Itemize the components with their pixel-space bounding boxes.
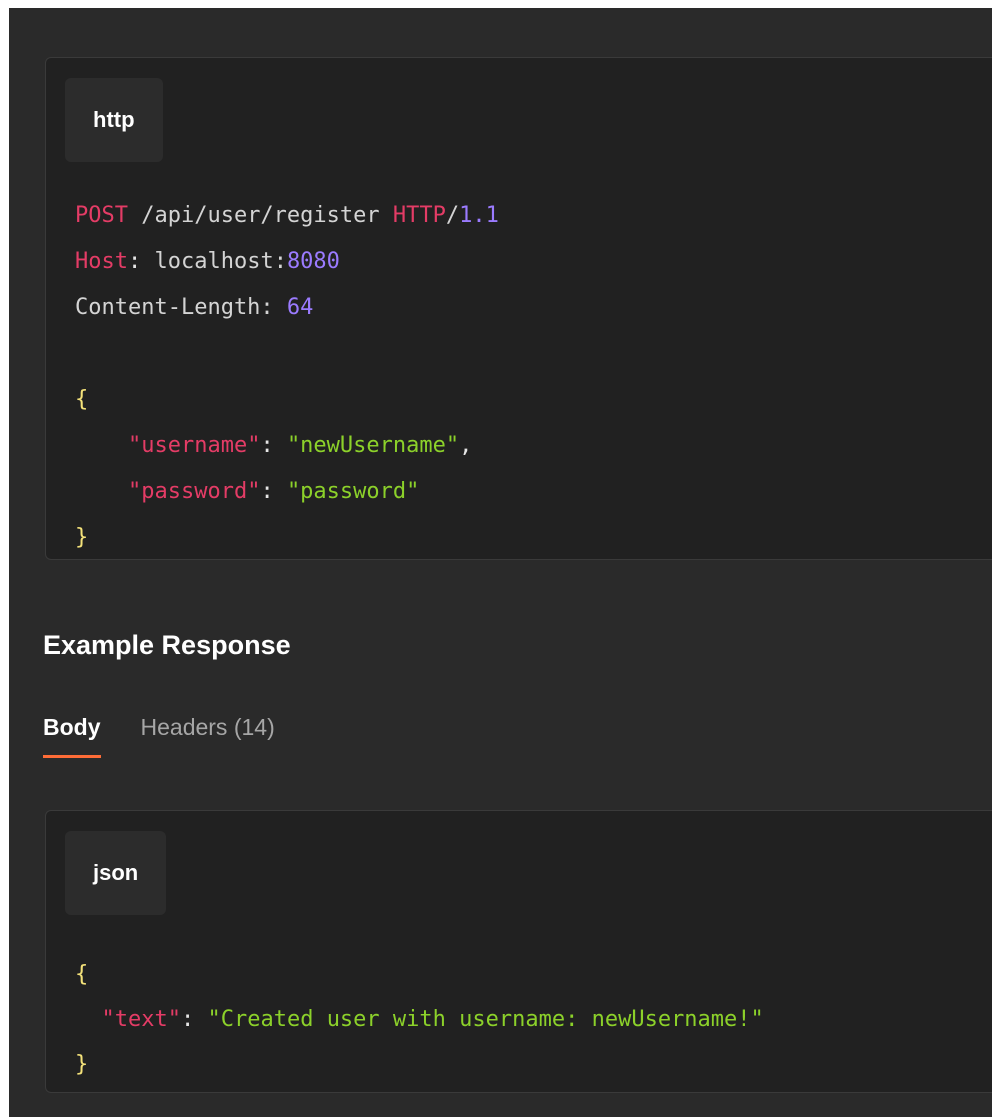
protocol: HTTP	[392, 203, 446, 228]
host-value: localhost:	[154, 249, 287, 274]
response-tabs: Body Headers (14)	[43, 714, 275, 758]
text-value: "Created user with username: newUsername…	[207, 1007, 764, 1032]
response-code[interactable]: { "text": "Created user with username: n…	[75, 952, 764, 1087]
username-value: "newUsername"	[286, 433, 460, 458]
example-response-heading: Example Response	[43, 630, 291, 660]
host-port: 8080	[286, 249, 340, 274]
language-badge-http: http	[65, 78, 163, 162]
response-code-block: json { "text": "Created user with userna…	[45, 810, 992, 1093]
path: /api/user/register	[127, 203, 393, 228]
protocol-version: 1.1	[459, 203, 499, 228]
password-value: "password"	[286, 479, 420, 504]
comma: ,	[459, 433, 473, 458]
request-code-block: http POST /api/user/register HTTP/1.1 Ho…	[45, 57, 992, 560]
host-key: Host	[75, 249, 128, 274]
open-brace: {	[75, 962, 89, 987]
colon: :	[260, 479, 287, 504]
protocol-slash: /	[445, 203, 460, 228]
username-key: "username"	[127, 433, 261, 458]
tab-headers[interactable]: Headers (14)	[141, 714, 275, 758]
content-length-key: Content-Length:	[75, 295, 287, 320]
open-brace: {	[75, 387, 89, 412]
left-strip	[0, 0, 9, 1117]
language-badge-json: json	[65, 831, 167, 915]
content-length-value: 64	[286, 295, 314, 320]
colon: :	[260, 433, 287, 458]
password-key: "password"	[127, 479, 261, 504]
tab-body[interactable]: Body	[43, 714, 101, 758]
method: POST	[75, 203, 128, 228]
host-separator: :	[127, 249, 155, 274]
top-strip	[0, 0, 992, 8]
request-code[interactable]: POST /api/user/register HTTP/1.1 Host: l…	[75, 193, 499, 561]
close-brace: }	[75, 1052, 89, 1077]
colon: :	[180, 1007, 208, 1032]
close-brace: }	[75, 525, 89, 550]
text-key: "text"	[101, 1007, 181, 1032]
